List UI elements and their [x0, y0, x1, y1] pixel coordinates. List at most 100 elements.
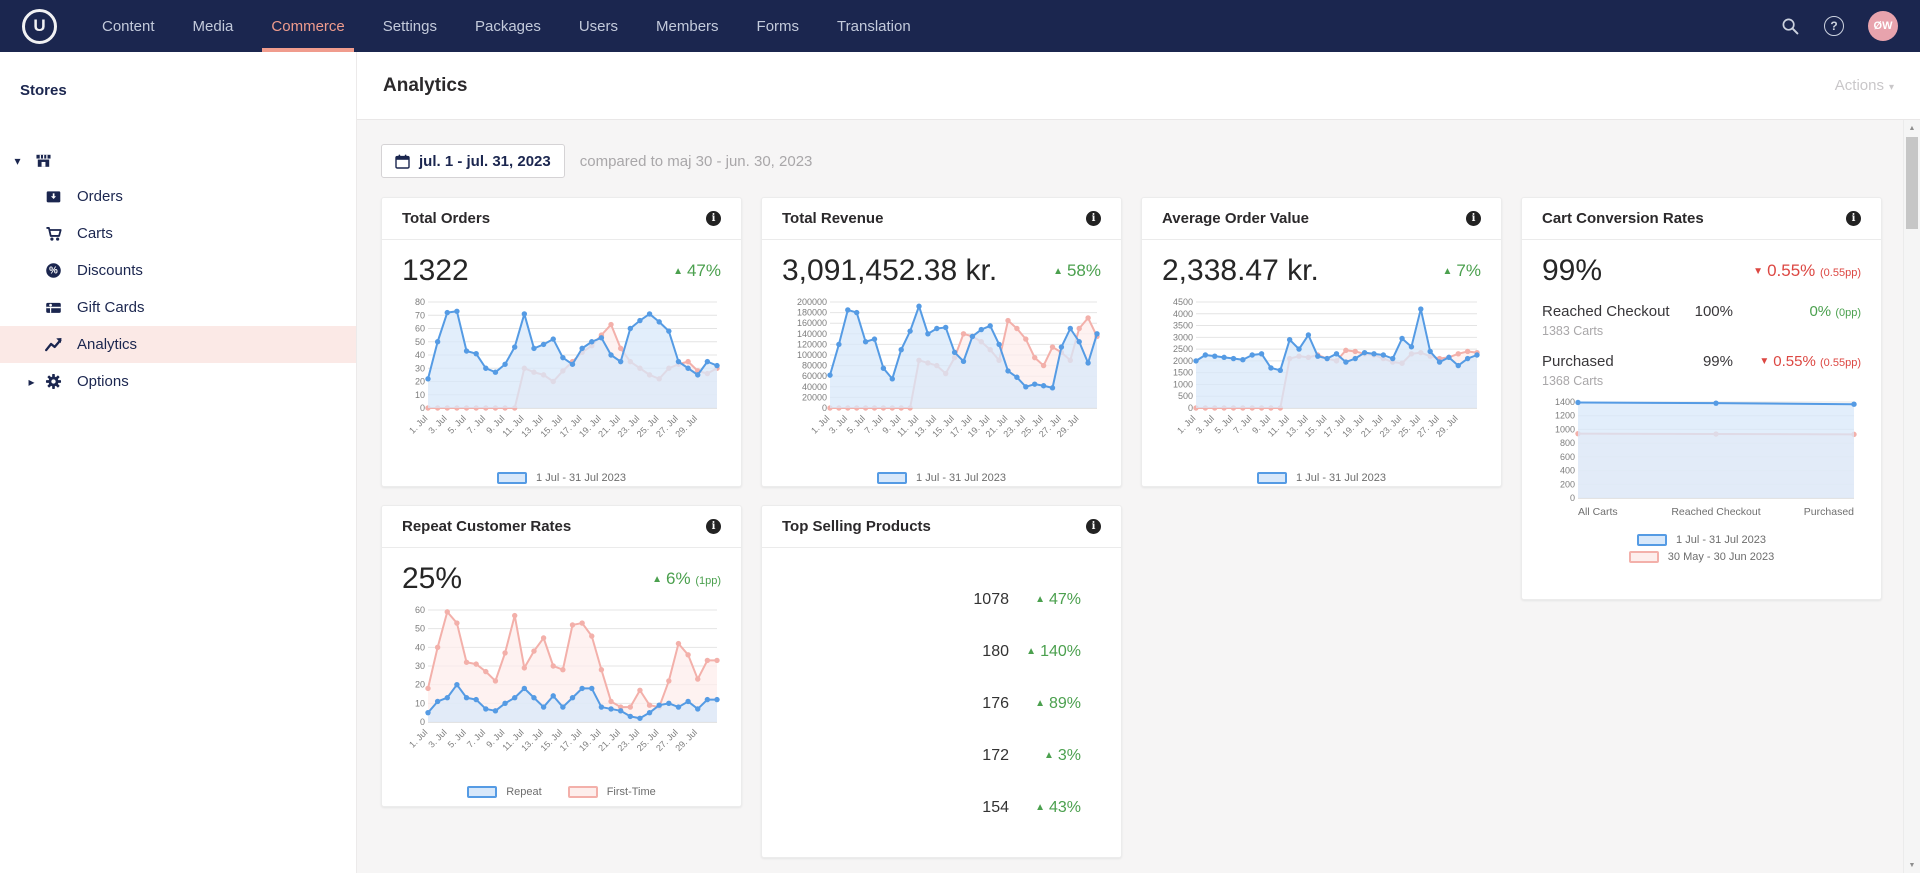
sidebar-item-carts[interactable]: Carts [0, 215, 356, 252]
trend-up-icon: ▲ [1442, 266, 1453, 277]
nav-item-users[interactable]: Users [560, 0, 637, 52]
svg-text:800: 800 [1560, 438, 1575, 448]
funnel-step-reached-checkout: Reached Checkout 100% 0% (0pp) 1383 Cart… [1542, 303, 1861, 338]
trend-down-icon: ▼ [1759, 356, 1770, 367]
calendar-icon [395, 154, 410, 169]
sidebar-item-orders[interactable]: Orders [0, 178, 356, 215]
product-quantity: 172 [982, 747, 1009, 764]
cart-conversion-chart: 0 200 400 600 800 1000 1200 1400 All Carts Reache… [1542, 396, 1861, 563]
svg-text:29. Jul: 29. Jul [673, 413, 699, 439]
funnel-step-label: Purchased [1542, 353, 1614, 370]
nav-item-forms[interactable]: Forms [738, 0, 819, 52]
main-nav: Content Media Commerce Settings Packages… [83, 0, 930, 52]
scrollbar-thumb[interactable] [1906, 137, 1918, 229]
card-title: Total Orders [402, 210, 491, 227]
info-icon[interactable]: i [706, 211, 721, 226]
repeat-customer-chart: 0 10 20 30 40 50 60 1. Jul 3. Jul 5. Jul 7. Jul 9. … [402, 604, 721, 798]
analytics-content: jul. 1 - jul. 31, 2023 compared to maj 3… [357, 120, 1903, 873]
total-revenue-delta: ▲ 58% [1053, 261, 1101, 280]
sidebar-item-discounts[interactable]: % Discounts [0, 252, 356, 289]
svg-text:1000: 1000 [1555, 424, 1575, 434]
repeat-customer-value: 25% [402, 562, 463, 595]
nav-item-packages[interactable]: Packages [456, 0, 560, 52]
vertical-scrollbar[interactable]: ▲ ▼ [1903, 120, 1920, 873]
svg-text:2500: 2500 [1173, 344, 1193, 354]
svg-text:20: 20 [415, 680, 425, 690]
sidebar-item-label: Orders [77, 188, 123, 205]
product-change: ▲ 3% [1043, 747, 1081, 764]
trend-up-icon: ▲ [1035, 698, 1045, 709]
nav-item-members[interactable]: Members [637, 0, 738, 52]
scroll-up-button[interactable]: ▲ [1904, 120, 1920, 136]
sidebar-item-label: Options [77, 373, 129, 390]
sidebar-item-options[interactable]: ▸ Options [0, 363, 356, 400]
info-icon[interactable]: i [706, 519, 721, 534]
trend-up-icon: ▲ [1053, 266, 1063, 277]
avatar[interactable]: ØW [1868, 11, 1898, 41]
svg-text:2000: 2000 [1173, 356, 1193, 366]
caret-down-icon[interactable]: ▾ [11, 154, 24, 168]
discount-icon: % [45, 262, 62, 279]
sidebar-item-label: Analytics [77, 336, 138, 353]
card-title: Cart Conversion Rates [1542, 210, 1704, 227]
trend-up-icon: ▲ [1035, 594, 1045, 605]
svg-text:7. Jul: 7. Jul [863, 413, 885, 435]
svg-text:100000: 100000 [797, 350, 827, 360]
sidebar-item-gift-cards[interactable]: Gift Cards [0, 289, 356, 326]
nav-item-commerce[interactable]: Commerce [252, 0, 363, 52]
svg-text:29. Jul: 29. Jul [673, 727, 699, 753]
svg-text:%: % [49, 266, 58, 277]
repeat-customer-delta: ▲ 6% (1pp) [652, 569, 721, 588]
sidebar-item-label: Discounts [77, 262, 143, 279]
tree-root-store[interactable]: ▾ [0, 143, 356, 178]
scroll-down-button[interactable]: ▼ [1904, 857, 1920, 873]
nav-item-content[interactable]: Content [83, 0, 174, 52]
info-icon[interactable]: i [1086, 211, 1101, 226]
svg-text:3000: 3000 [1173, 332, 1193, 342]
svg-text:50: 50 [415, 337, 425, 347]
date-range-button[interactable]: jul. 1 - jul. 31, 2023 [381, 144, 565, 178]
cart-conversion-value: 99% [1542, 254, 1603, 287]
total-revenue-card: Total Revenue i 3,091,452.38 kr. ▲ 58% 02… [761, 197, 1122, 487]
svg-text:160000: 160000 [797, 318, 827, 328]
svg-text:180000: 180000 [797, 308, 827, 318]
svg-text:7. Jul: 7. Jul [465, 727, 487, 749]
svg-text:3500: 3500 [1173, 321, 1193, 331]
list-item: 172 ▲ 3% [782, 730, 1081, 782]
svg-text:0: 0 [420, 717, 425, 727]
help-icon[interactable]: ? [1824, 16, 1844, 36]
nav-item-translation[interactable]: Translation [818, 0, 930, 52]
svg-text:500: 500 [1178, 391, 1193, 401]
sidebar-item-label: Carts [77, 225, 113, 242]
nav-item-settings[interactable]: Settings [364, 0, 456, 52]
svg-text:30: 30 [415, 363, 425, 373]
chart-legend: 1 Jul - 31 Jul 202330 May - 30 Jun 2023 [782, 472, 1101, 486]
svg-text:3. Jul: 3. Jul [827, 413, 849, 435]
main-header: Analytics Actions ▾ [357, 52, 1920, 120]
svg-text:7. Jul: 7. Jul [465, 413, 487, 435]
info-icon[interactable]: i [1846, 211, 1861, 226]
info-icon[interactable]: i [1466, 211, 1481, 226]
nav-item-media[interactable]: Media [174, 0, 253, 52]
orders-inbox-icon [45, 188, 62, 205]
store-tree: ▾ Orders Carts % Discounts Gift Cards An… [0, 143, 356, 400]
search-icon[interactable] [1781, 17, 1800, 36]
cart-icon [45, 225, 62, 242]
svg-text:3. Jul: 3. Jul [1194, 413, 1216, 435]
svg-text:1200: 1200 [1555, 411, 1575, 421]
product-change: ▲ 47% [1035, 591, 1081, 608]
list-item: 180 ▲ 140% [782, 626, 1081, 678]
product-quantity: 176 [982, 695, 1009, 712]
product-quantity: 1078 [973, 591, 1009, 608]
umbraco-logo-icon[interactable]: U [22, 8, 57, 44]
gear-icon [45, 373, 62, 390]
total-revenue-value: 3,091,452.38 kr. [782, 254, 998, 287]
info-icon[interactable]: i [1086, 519, 1101, 534]
actions-button[interactable]: Actions ▾ [1835, 77, 1894, 94]
funnel-step-carts: 1368 Carts [1542, 374, 1604, 388]
product-change: ▲ 43% [1035, 799, 1081, 816]
svg-text:0: 0 [420, 403, 425, 413]
sidebar-item-analytics[interactable]: Analytics [0, 326, 356, 363]
sidebar-heading: Stores [20, 82, 67, 99]
caret-right-icon[interactable]: ▸ [25, 375, 38, 389]
